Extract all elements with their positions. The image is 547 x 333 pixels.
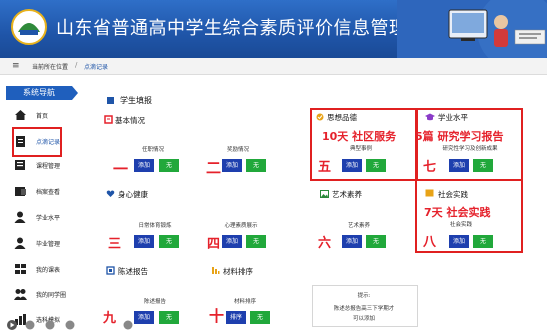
book-icon: [15, 160, 25, 170]
sidebar-item-label: 毕业管理: [36, 241, 61, 248]
sort-button[interactable]: 排序: [226, 311, 246, 324]
clipboard-icon: [16, 136, 25, 147]
card-subtitle: 材料排序: [233, 299, 256, 305]
moral-icon: [316, 113, 324, 121]
card-subtitle: 奖励情况: [226, 147, 249, 153]
social-requirement: 7天 社会实践: [424, 206, 491, 219]
none-button[interactable]: 无: [246, 159, 266, 172]
add-button[interactable]: 添加: [222, 159, 242, 172]
card-number: 十: [209, 307, 225, 325]
section-title-art: 艺术素养: [332, 190, 362, 199]
page-heading: 学生填报: [120, 96, 152, 105]
none-button[interactable]: 无: [366, 235, 386, 248]
card-number: 五: [318, 160, 332, 175]
sidebar-item-academic[interactable]: 学业水平: [14, 209, 74, 225]
breadcrumb: ≡ 当前所在位置 / 点滴记录: [0, 58, 547, 75]
card-number: 七: [423, 160, 437, 175]
sidebar-item-schedule[interactable]: 我的课表: [14, 261, 74, 277]
academic-requirement: 5篇 研究学习报告: [415, 130, 504, 143]
image-icon: [320, 190, 329, 198]
menu-icon[interactable]: ≡: [12, 61, 20, 71]
sidebar-item-home[interactable]: 首页: [14, 107, 74, 123]
sidebar-item-label: 我的课表: [36, 267, 61, 274]
moral-requirement: 10天 社区服务: [322, 130, 397, 143]
sort-icon: [212, 267, 220, 274]
card-number: 六: [318, 236, 332, 251]
none-button[interactable]: 无: [473, 159, 493, 172]
section-title-academic: 学业水平: [438, 113, 468, 122]
app-title: 山东省普通高中学生综合素质评价信息管理系统: [56, 18, 445, 39]
sidebar-item-label: 学业水平: [36, 215, 61, 222]
card-subtitle: 典型事例: [349, 146, 372, 152]
section-title-basic: 基本情况: [115, 116, 145, 125]
card-subtitle: 艺术素养: [347, 223, 370, 229]
add-button[interactable]: 添加: [134, 311, 154, 324]
heart-icon: [106, 190, 115, 197]
none-button[interactable]: 无: [250, 311, 270, 324]
user-icon: [14, 237, 26, 249]
sidebar-item-label: 档案查看: [36, 189, 61, 196]
breadcrumb-current[interactable]: 点滴记录: [84, 62, 108, 71]
section-title-report: 陈述报告: [118, 267, 148, 276]
add-button[interactable]: 添加: [134, 235, 154, 248]
breadcrumb-separator: /: [75, 61, 78, 69]
card-subtitle: 研究性学习及创新成果: [442, 146, 498, 152]
section-title-health: 身心健康: [118, 190, 148, 199]
report-icon: [106, 266, 115, 275]
app-header: 山东省普通高中学生综合素质评价信息管理系统: [0, 0, 547, 58]
none-button[interactable]: 无: [473, 235, 493, 248]
hint-line: 陈述总报告高三下学期才: [333, 306, 395, 312]
student-fill-icon: [107, 97, 114, 104]
section-title-moral: 思想品德: [327, 113, 357, 122]
sidebar-item-label: 点滴记录: [36, 139, 61, 146]
add-button[interactable]: 添加: [449, 235, 469, 248]
add-button[interactable]: 添加: [222, 235, 242, 248]
none-button[interactable]: 无: [159, 235, 179, 248]
breadcrumb-label: 当前所在位置: [32, 64, 69, 71]
card-number: 三: [108, 237, 122, 252]
sidebar-item-classmates[interactable]: 我的同学圈: [14, 286, 74, 302]
none-button[interactable]: 无: [159, 159, 179, 172]
home-icon: [15, 110, 26, 120]
hint-line: 可以添加: [352, 316, 375, 322]
sidebar-item-label: 我的同学圈: [36, 292, 67, 299]
header-decoration-icon: [397, 0, 547, 58]
none-button[interactable]: 无: [366, 159, 386, 172]
sidebar-item-archive[interactable]: 档案查看: [14, 183, 74, 199]
card-number: 四: [207, 237, 221, 252]
card-subtitle: 陈述报告: [143, 299, 166, 305]
graduation-cap-icon: [425, 113, 435, 121]
flag-icon: [425, 189, 434, 197]
card-number: 二: [206, 159, 222, 177]
card-subtitle: 任职情况: [141, 147, 164, 153]
card-number: 一: [113, 160, 129, 178]
media-controls[interactable]: [4, 318, 134, 332]
card-subtitle: 社会实践: [449, 222, 472, 228]
sidebar-item-records[interactable]: 点滴记录: [14, 133, 74, 149]
none-button[interactable]: 无: [246, 235, 266, 248]
add-button[interactable]: 添加: [342, 159, 362, 172]
sidebar-item-course[interactable]: 课程管理: [14, 157, 74, 173]
add-button[interactable]: 添加: [449, 159, 469, 172]
card-subtitle: 日常体育锻炼: [138, 223, 172, 229]
add-button[interactable]: 添加: [134, 159, 154, 172]
card-number: 八: [423, 235, 437, 250]
section-title-material: 材料排序: [223, 267, 253, 276]
basic-info-icon: [104, 115, 113, 124]
sidebar-item-label: 课程管理: [36, 163, 61, 170]
add-button[interactable]: 添加: [342, 235, 362, 248]
users-icon: [14, 289, 27, 300]
logo-icon: [11, 9, 47, 45]
folder-icon: [15, 187, 26, 196]
sidebar-title: 系统导航: [6, 86, 78, 100]
calendar-icon: [15, 264, 26, 274]
user-icon: [14, 211, 26, 223]
sidebar-item-label: 首页: [36, 113, 49, 120]
hint-title: 提示:: [357, 293, 371, 299]
card-subtitle: 心理素质展示: [224, 223, 258, 229]
none-button[interactable]: 无: [159, 311, 179, 324]
section-title-social: 社会实践: [438, 190, 468, 199]
sidebar-item-graduation[interactable]: 毕业管理: [14, 235, 74, 251]
